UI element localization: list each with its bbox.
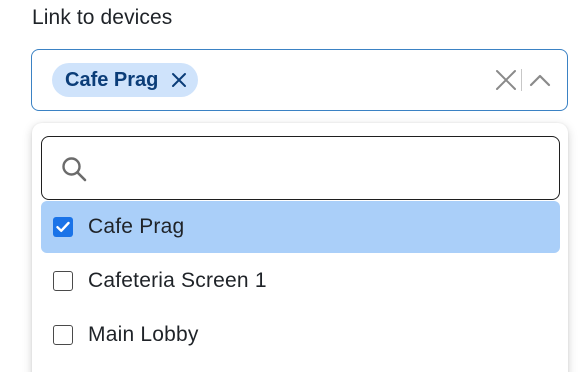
search-input[interactable] [100, 147, 544, 191]
chevron-up-icon[interactable] [527, 68, 553, 92]
option-label: Cafe Prag [88, 215, 185, 238]
selected-chip: Cafe Prag [52, 63, 199, 97]
close-icon[interactable] [168, 69, 190, 91]
device-link-select: Link to devices Cafe Prag Cafe Prag Cafe… [0, 0, 582, 372]
checkbox-checked-icon[interactable] [53, 217, 73, 237]
option-main-lobby[interactable]: Main Lobby [41, 309, 560, 361]
checkbox-unchecked-icon[interactable] [53, 325, 73, 345]
search-field[interactable] [41, 136, 560, 200]
option-label: Main Lobby [88, 323, 199, 346]
option-cafeteria-screen-1[interactable]: Cafeteria Screen 1 [41, 255, 560, 307]
search-icon [60, 155, 88, 183]
field-label: Link to devices [32, 6, 173, 29]
indicator-separator [521, 69, 522, 91]
option-cafe-prag[interactable]: Cafe Prag [41, 201, 560, 253]
checkbox-unchecked-icon[interactable] [53, 271, 73, 291]
device-multiselect[interactable]: Cafe Prag [31, 49, 568, 111]
dropdown-menu: Cafe Prag Cafeteria Screen 1 Main Lobby [32, 123, 568, 372]
selected-chip-label: Cafe Prag [65, 68, 159, 91]
clear-icon[interactable] [494, 68, 518, 92]
option-label: Cafeteria Screen 1 [88, 269, 267, 292]
